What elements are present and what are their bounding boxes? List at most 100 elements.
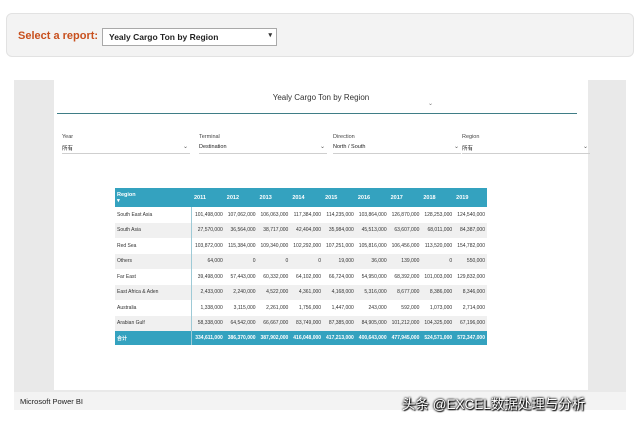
title-divider xyxy=(57,113,577,114)
table-cell: 45,513,000 xyxy=(355,222,389,238)
table-cell: 66,724,000 xyxy=(323,269,356,285)
column-header[interactable]: 2015 xyxy=(323,188,356,207)
table-cell: 113,520,000 xyxy=(421,238,455,254)
chevron-down-icon: ⌄ xyxy=(453,144,459,150)
row-header-region: Red Sea xyxy=(115,238,192,254)
report-selector-bar: Select a report: Yealy Cargo Ton by Regi… xyxy=(6,13,634,57)
powerbi-brand-link[interactable]: Microsoft Power BI xyxy=(20,397,83,406)
table-row: Arabian Gulf 58,338,000 64,542,000 66,667,0… xyxy=(115,315,487,331)
column-header[interactable]: 2014 xyxy=(290,188,324,207)
table-cell: 103,872,000 xyxy=(191,238,225,254)
table-cell: 84,905,000 xyxy=(355,315,389,331)
table-cell: 63,607,000 xyxy=(388,222,422,238)
slicer-dropdown-direction[interactable]: North / South ⌄ xyxy=(333,144,461,154)
slicer-dropdown-region[interactable]: 所有 ⌄ xyxy=(462,144,590,154)
table-cell: 129,832,000 xyxy=(454,269,487,285)
column-header[interactable]: 2019 xyxy=(454,188,487,207)
total-cell: 417,213,000 xyxy=(323,331,356,345)
table-cell: 4,361,000 xyxy=(290,284,324,300)
slicer-label: Direction xyxy=(333,134,355,140)
column-header[interactable]: 2013 xyxy=(257,188,291,207)
table-cell: 36,000 xyxy=(355,253,389,269)
table-cell: 39,498,000 xyxy=(191,269,225,285)
table-cell: 2,261,000 xyxy=(257,300,291,316)
table-cell: 19,000 xyxy=(323,253,356,269)
chevron-down-icon: ⌄ xyxy=(319,144,325,150)
column-header[interactable]: 2016 xyxy=(355,188,389,207)
table-cell: 5,316,000 xyxy=(355,284,389,300)
table-cell: 128,253,000 xyxy=(421,207,455,223)
slicer-label: Region xyxy=(462,134,480,140)
table-cell: 87,385,000 xyxy=(323,315,356,331)
table-cell: 0 xyxy=(224,253,258,269)
row-header-region: South East Asia xyxy=(115,207,192,223)
column-header[interactable]: 2011 xyxy=(191,188,225,207)
table-cell: 57,443,000 xyxy=(224,269,258,285)
table-cell: 66,667,000 xyxy=(257,315,291,331)
column-header[interactable]: 2018 xyxy=(421,188,455,207)
column-header-label: Region xyxy=(117,191,136,198)
table-cell: 102,292,000 xyxy=(290,238,324,254)
total-cell: 334,611,000 xyxy=(191,331,225,345)
table-cell: 2,240,000 xyxy=(224,284,258,300)
table-cell: 154,782,000 xyxy=(454,238,487,254)
table-cell: 106,063,000 xyxy=(257,207,291,223)
table-cell: 1,756,000 xyxy=(290,300,324,316)
table-row: South Asia 27,570,000 36,564,000 38,717,000… xyxy=(115,222,487,238)
watermark-text: 头条 @EXCEL数据处理与分析 xyxy=(402,397,586,412)
table-cell: 36,564,000 xyxy=(224,222,258,238)
table-header-row: Region ▾ 2011 2012 2013 2014 2015 2016 2… xyxy=(115,188,487,207)
slicer-value: Destination xyxy=(199,144,227,150)
slicer-label: Terminal xyxy=(199,134,220,140)
row-header-region: East Africa & Aden xyxy=(115,284,192,300)
slicer-year[interactable]: Year 所有 ⌄ xyxy=(62,134,190,154)
slicer-label: Year xyxy=(62,134,74,140)
column-header-region[interactable]: Region ▾ xyxy=(115,188,192,207)
table-cell: 64,102,000 xyxy=(290,269,324,285)
sort-indicator-icon: ▾ xyxy=(117,197,120,204)
table-cell: 0 xyxy=(290,253,324,269)
table-cell: 83,749,000 xyxy=(290,315,324,331)
total-cell: 400,643,000 xyxy=(355,331,389,345)
column-header[interactable]: 2017 xyxy=(388,188,422,207)
table-cell: 124,540,000 xyxy=(454,207,487,223)
table-cell: 117,384,000 xyxy=(290,207,324,223)
total-cell: 416,048,000 xyxy=(290,331,324,345)
column-header[interactable]: 2012 xyxy=(224,188,258,207)
table-row: South East Asia 101,498,000 107,062,000 106… xyxy=(115,207,487,223)
title-chevron-icon[interactable]: ⌄ xyxy=(428,100,433,107)
row-header-region: Others xyxy=(115,253,192,269)
row-header-region: Far East xyxy=(115,269,192,285)
row-header-region: South Asia xyxy=(115,222,192,238)
table-cell: 115,384,000 xyxy=(224,238,258,254)
table-total-row: 合计 334,611,000 386,370,000 387,902,000 416,0… xyxy=(115,331,487,345)
report-canvas: Yealy Cargo Ton by Region ⌄ Year 所有 ⌄ Te… xyxy=(54,80,590,390)
total-label: 合计 xyxy=(115,331,192,345)
slicer-terminal[interactable]: Terminal Destination ⌄ xyxy=(199,134,327,154)
table-cell: 106,456,000 xyxy=(388,238,422,254)
table-row: Others 64,000 0 0 0 19,000 36,000 139,000 0 550,0… xyxy=(115,253,487,269)
table-cell: 0 xyxy=(421,253,455,269)
table-cell: 8,346,000 xyxy=(454,284,487,300)
table-cell: 2,433,000 xyxy=(191,284,225,300)
table-cell: 4,168,000 xyxy=(323,284,356,300)
slicer-region[interactable]: Region 所有 ⌄ xyxy=(462,134,590,154)
table-cell: 54,950,000 xyxy=(355,269,389,285)
table-cell: 27,570,000 xyxy=(191,222,225,238)
total-cell: 572,347,000 xyxy=(454,331,487,345)
table-cell: 107,062,000 xyxy=(224,207,258,223)
slicer-direction[interactable]: Direction North / South ⌄ xyxy=(333,134,461,154)
table-cell: 3,115,000 xyxy=(224,300,258,316)
table-cell: 139,000 xyxy=(388,253,422,269)
total-cell: 477,945,000 xyxy=(388,331,422,345)
table-body: South East Asia 101,498,000 107,062,000 106… xyxy=(115,207,487,345)
table-cell: 8,386,000 xyxy=(421,284,455,300)
chevron-down-icon: ⌄ xyxy=(182,144,188,150)
report-dropdown[interactable]: Yealy Cargo Ton by Region ▾ xyxy=(102,28,277,46)
table-cell: 107,251,000 xyxy=(323,238,356,254)
slicer-dropdown-year[interactable]: 所有 ⌄ xyxy=(62,144,190,154)
row-header-region: Australia xyxy=(115,300,192,316)
slicer-dropdown-terminal[interactable]: Destination ⌄ xyxy=(199,144,327,154)
table-cell: 1,338,000 xyxy=(191,300,225,316)
dropdown-caret-icon: ▾ xyxy=(268,32,272,39)
